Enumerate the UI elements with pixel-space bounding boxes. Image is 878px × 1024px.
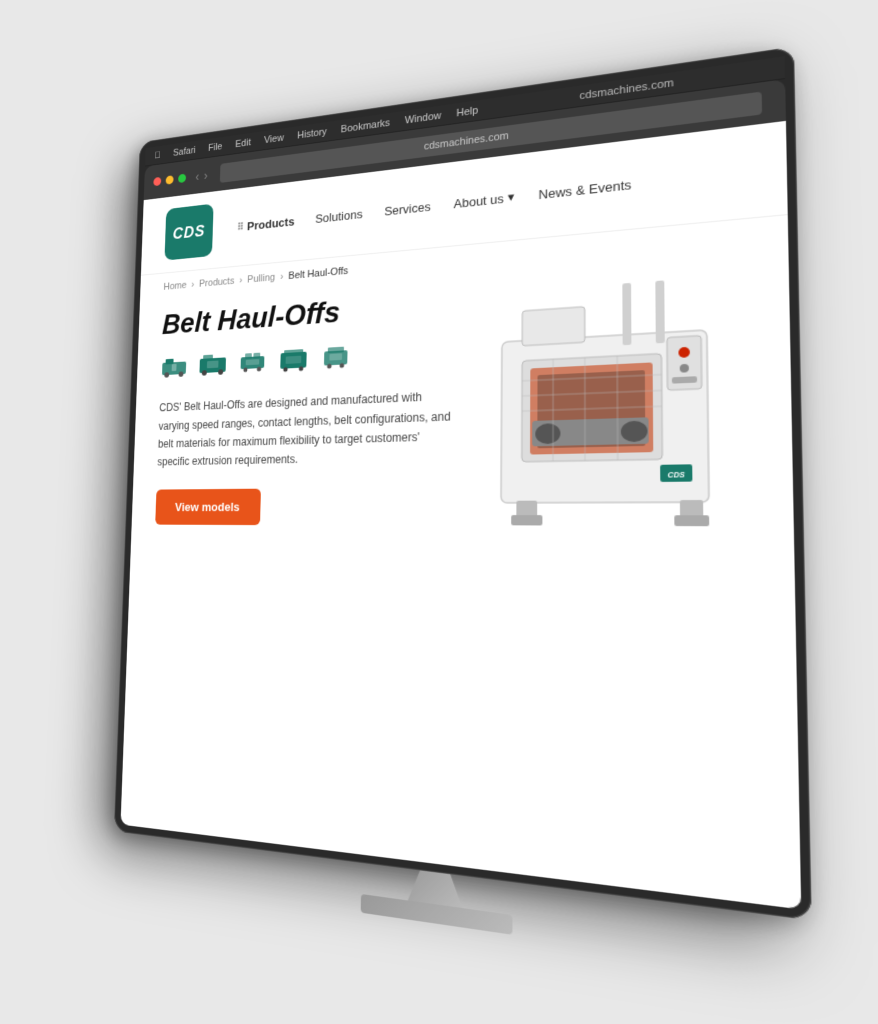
- menu-view[interactable]: View: [264, 132, 284, 145]
- menu-safari[interactable]: Safari: [173, 145, 196, 158]
- content-left: Belt Haul-Offs: [155, 287, 453, 526]
- close-button[interactable]: [153, 177, 161, 186]
- url-text: cdsmachines.com: [424, 130, 509, 152]
- monitor-body:  Safari File Edit View History Bookmark…: [114, 46, 812, 920]
- menu-history[interactable]: History: [297, 126, 327, 141]
- product-icon-2[interactable]: [198, 352, 227, 381]
- menu-edit[interactable]: Edit: [235, 137, 251, 150]
- nav-solutions[interactable]: Solutions: [315, 206, 363, 225]
- machine-svg: CDS: [470, 263, 757, 558]
- apple-menu[interactable]: : [154, 150, 161, 161]
- nav-news[interactable]: News & Events: [539, 177, 632, 202]
- traffic-lights: [153, 174, 186, 187]
- monitor-wrapper:  Safari File Edit View History Bookmark…: [79, 82, 799, 942]
- product-icons-row: [160, 338, 452, 383]
- content-right: CDS: [470, 263, 757, 569]
- breadcrumb-sep3: ›: [280, 271, 283, 282]
- description-text: CDS' Belt Haul-Offs are designed and man…: [157, 386, 452, 471]
- product-icon-5[interactable]: [320, 345, 351, 376]
- products-icon: ⠿: [237, 221, 244, 233]
- maximize-button[interactable]: [178, 174, 186, 184]
- site-logo[interactable]: CDS: [164, 204, 213, 261]
- nav-products[interactable]: ⠿ Products: [237, 214, 295, 234]
- menu-help[interactable]: Help: [456, 104, 478, 118]
- minimize-button[interactable]: [166, 175, 174, 184]
- forward-button[interactable]: ›: [204, 168, 208, 182]
- view-models-button[interactable]: View models: [155, 488, 260, 524]
- product-icon-4[interactable]: [278, 347, 308, 377]
- product-icon-3[interactable]: [238, 350, 267, 380]
- logo-text: CDS: [172, 221, 205, 243]
- back-button[interactable]: ‹: [195, 169, 199, 183]
- nav-controls: ‹ ›: [195, 168, 208, 183]
- menu-file[interactable]: File: [208, 141, 223, 153]
- breadcrumb-products[interactable]: Products: [199, 276, 235, 290]
- monitor-container:  Safari File Edit View History Bookmark…: [111, 41, 853, 1024]
- site-main: Belt Haul-Offs: [130, 249, 795, 592]
- machine-image: CDS: [470, 263, 757, 558]
- menu-bookmarks[interactable]: Bookmarks: [341, 117, 390, 135]
- nav-about[interactable]: About us ▾: [454, 189, 515, 211]
- svg-text:CDS: CDS: [668, 472, 686, 480]
- nav-services[interactable]: Services: [384, 199, 431, 218]
- breadcrumb-home[interactable]: Home: [163, 280, 186, 292]
- scene:  Safari File Edit View History Bookmark…: [0, 0, 878, 1024]
- breadcrumb-sep2: ›: [239, 275, 242, 286]
- website-content: CDS ⠿ Products Solutions Services: [121, 121, 802, 910]
- product-icon-1[interactable]: [160, 355, 188, 384]
- menu-window[interactable]: Window: [405, 110, 442, 126]
- breadcrumb-current: Belt Haul-Offs: [288, 265, 348, 281]
- breadcrumb-sep1: ›: [191, 279, 194, 290]
- dropdown-arrow-icon: ▾: [508, 189, 515, 205]
- breadcrumb-pulling[interactable]: Pulling: [247, 272, 275, 285]
